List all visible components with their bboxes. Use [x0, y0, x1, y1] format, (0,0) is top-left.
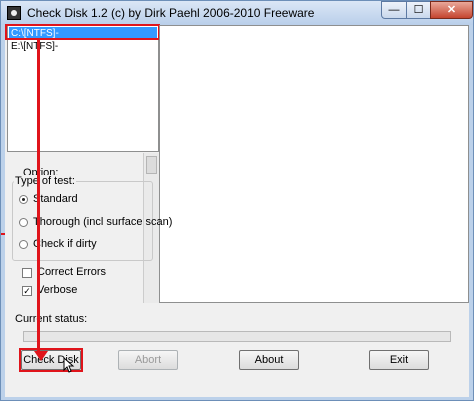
radio-standard[interactable] [19, 195, 28, 204]
radio-thorough[interactable] [19, 218, 28, 227]
status-progress-bar [23, 331, 451, 342]
checkbox-verbose-label[interactable]: Verbose [37, 284, 77, 296]
radio-check-if-dirty-label[interactable]: Check if dirty [33, 238, 97, 250]
checkbox-correct-errors[interactable] [22, 268, 32, 278]
minimize-button[interactable]: — [381, 1, 407, 19]
window-title: Check Disk 1.2 (c) by Dirk Paehl 2006-20… [27, 6, 315, 20]
highlight-box-drive [5, 24, 160, 40]
annotation-arrow-line [37, 40, 40, 352]
client-area: C:\[NTFS]- E:\[NTFS]- Option: Type of te… [1, 24, 469, 397]
exit-button[interactable]: Exit [369, 350, 429, 370]
app-icon[interactable] [7, 6, 21, 20]
drive-list[interactable]: C:\[NTFS]- E:\[NTFS]- [7, 25, 159, 152]
drive-item-e[interactable]: E:\[NTFS]- [9, 40, 157, 53]
radio-thorough-label[interactable]: Thorough (incl surface scan) [33, 216, 172, 228]
checkbox-correct-errors-label[interactable]: Correct Errors [37, 266, 106, 278]
annotation-arrow-head [34, 351, 48, 361]
about-button[interactable]: About [239, 350, 299, 370]
current-status-label: Current status: [15, 313, 88, 325]
maximize-button[interactable]: ☐ [406, 1, 431, 19]
abort-button[interactable]: Abort [118, 350, 178, 370]
title-bar[interactable]: Check Disk 1.2 (c) by Dirk Paehl 2006-20… [1, 1, 473, 25]
checkbox-verbose[interactable]: ✓ [22, 286, 32, 296]
scrollbar-thumb[interactable] [146, 156, 157, 174]
log-output-area[interactable] [159, 25, 469, 303]
check-disk-window: Check Disk 1.2 (c) by Dirk Paehl 2006-20… [0, 0, 474, 401]
test-type-legend: Type of test: [14, 175, 76, 187]
close-button[interactable]: ✕ [430, 1, 473, 19]
radio-check-if-dirty[interactable] [19, 240, 28, 249]
pointer-cursor-icon [63, 357, 75, 373]
annotation-side-mark [1, 233, 5, 235]
